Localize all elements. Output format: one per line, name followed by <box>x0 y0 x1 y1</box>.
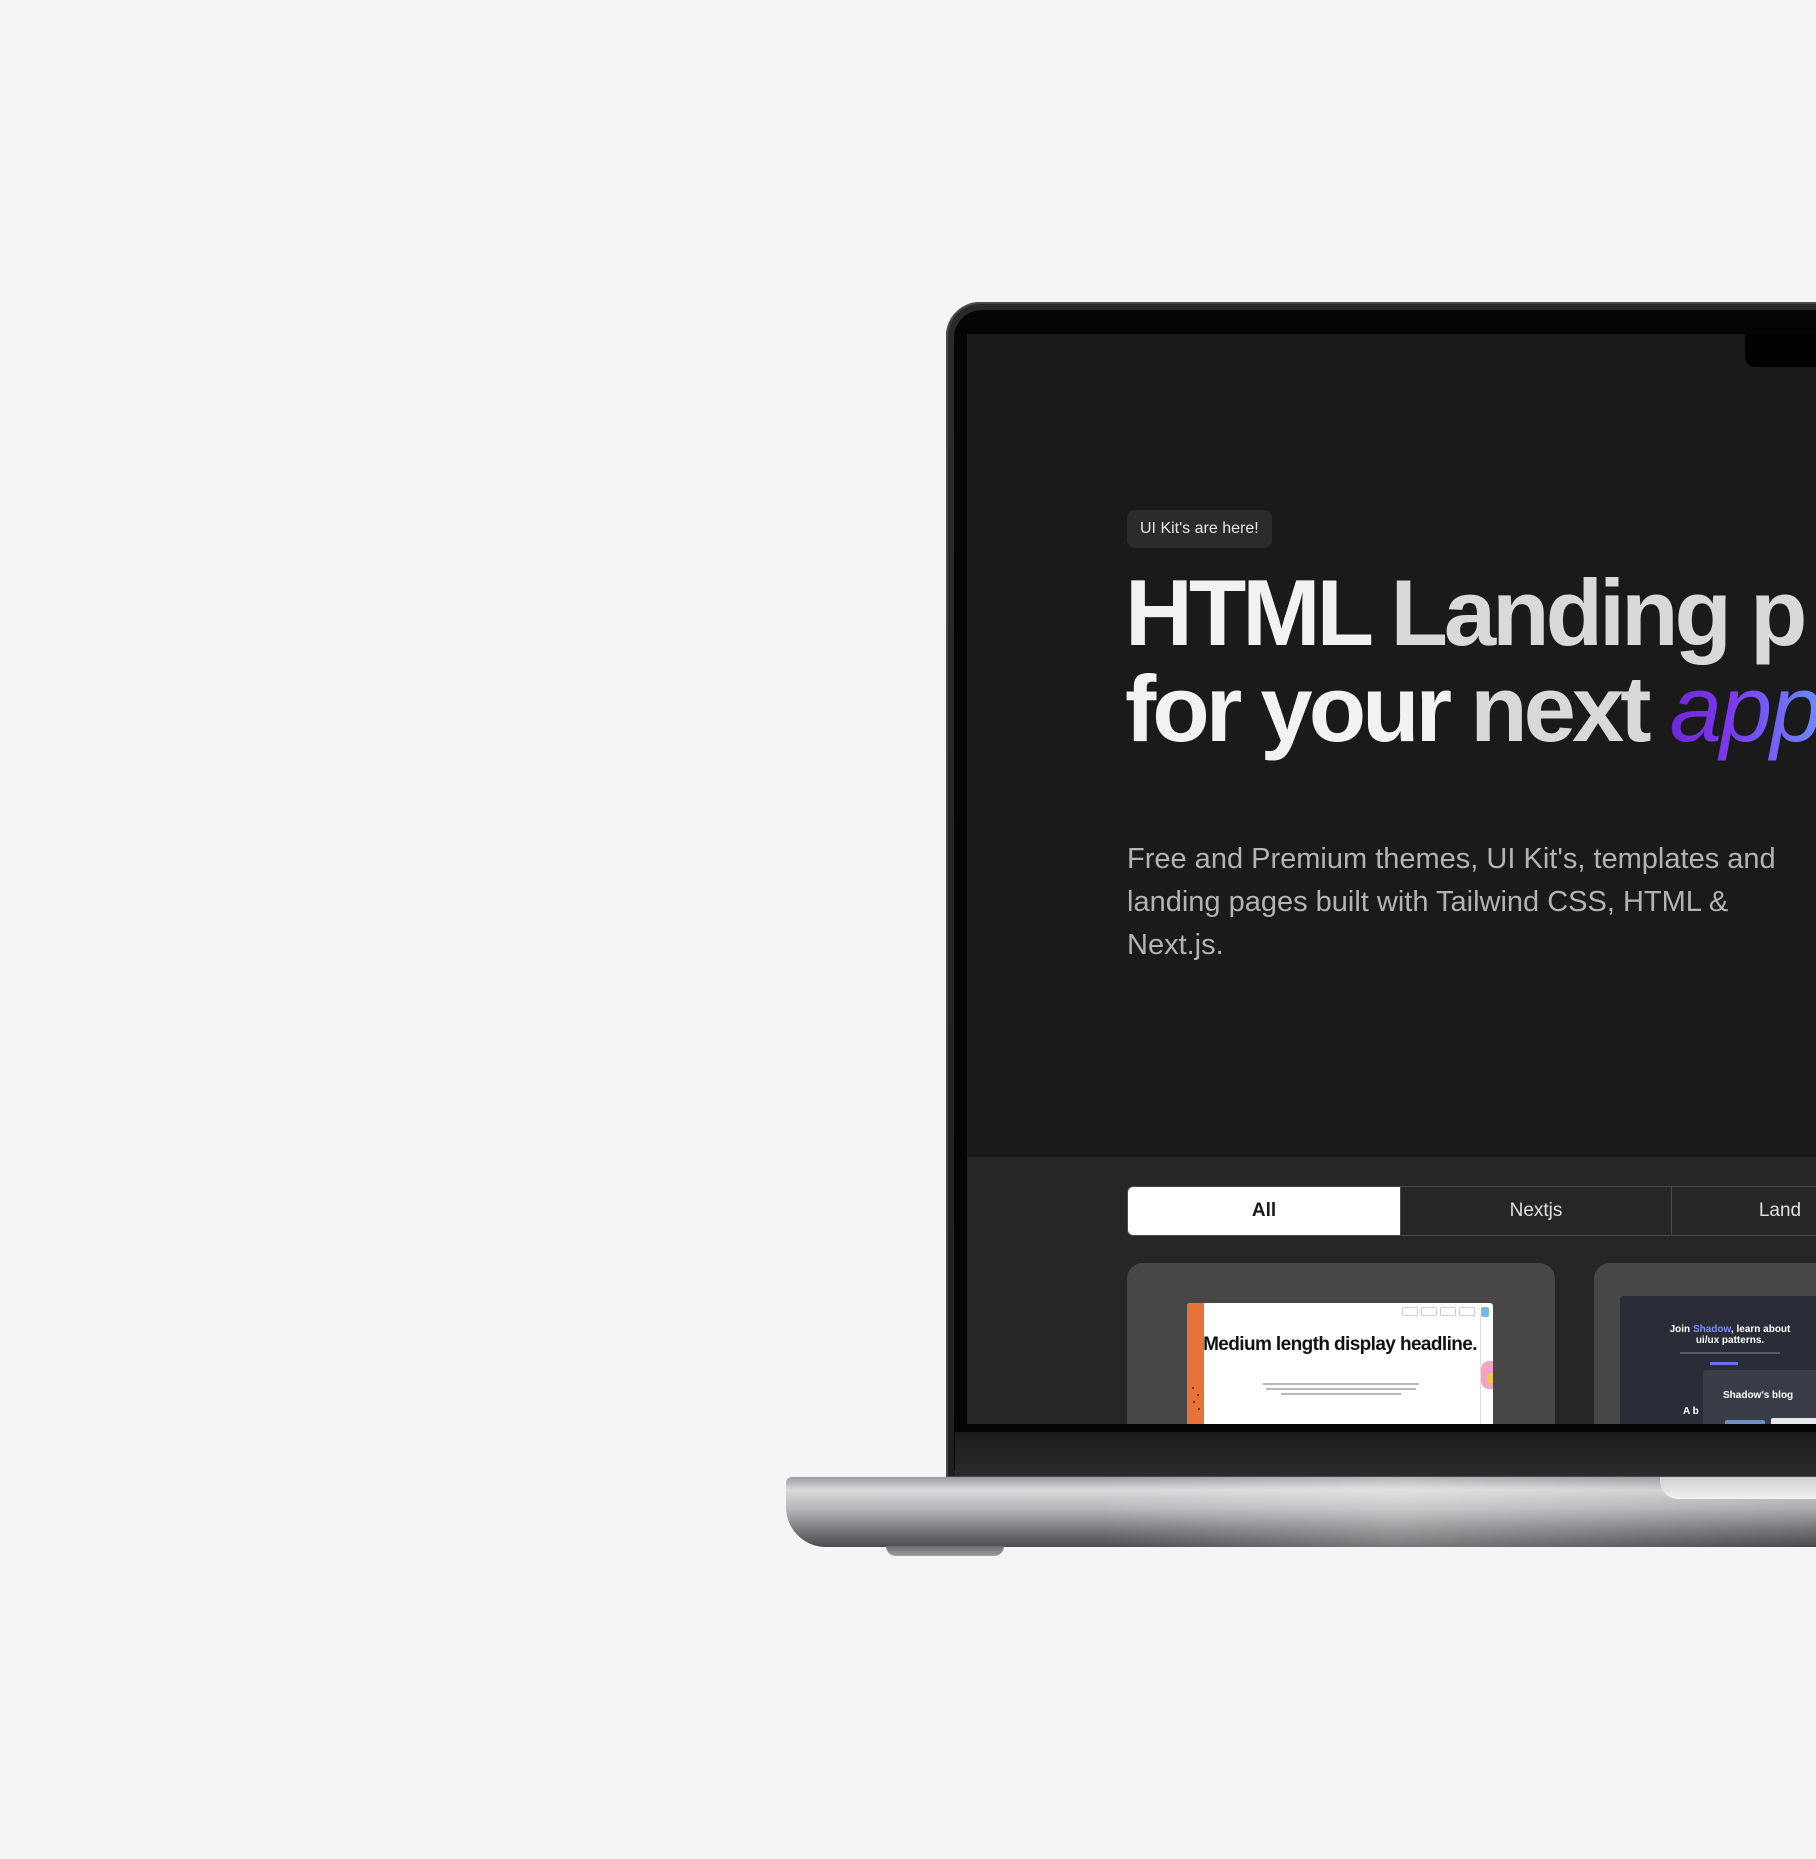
headline-line-1: HTML Landing p <box>1125 566 1816 662</box>
thumbnail-body-line <box>1680 1352 1780 1354</box>
thumbnail-nav <box>1402 1307 1475 1316</box>
hero-subtitle: Free and Premium themes, UI Kit's, templ… <box>1127 843 1776 961</box>
headline-word-landing: Landing p <box>1390 560 1807 665</box>
headline-word-next: next <box>1470 656 1651 761</box>
headline-word-for-your: for your <box>1125 656 1452 761</box>
thumbnail-decor-blob-small <box>1487 1373 1493 1383</box>
thumbnail-headline: Medium length display headline. <box>1203 1334 1477 1355</box>
laptop-base-opening <box>1660 1477 1816 1499</box>
thumbnail-decor-shape <box>1481 1307 1489 1317</box>
thumbnail-decor-dots <box>1189 1385 1203 1415</box>
thumbnail-body-lines <box>1263 1383 1419 1398</box>
laptop-hinge <box>955 1432 1816 1476</box>
template-thumbnail: Medium length display headline. <box>1187 1303 1493 1424</box>
laptop-screen: UI Kit's are here! HTML Landing p for yo… <box>967 334 1816 1424</box>
thumbnail-headline-part: Join <box>1669 1324 1691 1335</box>
thumbnail-panel: Shadow's blog <box>1703 1370 1816 1424</box>
template-thumbnail: Join Shadow, learn about ui/ux patterns.… <box>1620 1296 1816 1424</box>
headline-word-html: HTML <box>1125 560 1372 665</box>
thumbnail-panel-title: Shadow's blog <box>1723 1390 1794 1401</box>
camera-notch <box>1745 334 1816 367</box>
template-card[interactable]: Medium length display headline. <box>1127 1263 1555 1424</box>
tab-landing[interactable]: Land <box>1672 1187 1816 1235</box>
laptop-foot <box>886 1546 1004 1556</box>
thumbnail-headline: Join Shadow, learn about ui/ux patterns. <box>1660 1324 1800 1346</box>
thumbnail-panel-image <box>1771 1418 1816 1424</box>
template-card[interactable]: Join Shadow, learn about ui/ux patterns.… <box>1594 1263 1816 1424</box>
page-background: UI Kit's are here! HTML Landing p for yo… <box>0 0 1816 1859</box>
category-tabs: All Nextjs Land <box>1127 1186 1816 1236</box>
template-catalog: All Nextjs Land Medium length display he… <box>967 1157 1816 1424</box>
hero-headline: HTML Landing p for your next app <box>1125 566 1816 758</box>
thumbnail-subheading: A b <box>1683 1406 1699 1417</box>
thumbnail-panel-image <box>1725 1420 1765 1424</box>
thumbnail-headline-highlight: Shadow <box>1692 1324 1731 1335</box>
hero-section: UI Kit's are here! HTML Landing p for yo… <box>967 334 1816 1157</box>
tab-nextjs[interactable]: Nextjs <box>1401 1187 1672 1235</box>
thumbnail-accent-bar <box>1710 1362 1738 1365</box>
headline-line-2: for your next app <box>1125 662 1816 758</box>
tab-all[interactable]: All <box>1128 1187 1401 1235</box>
headline-accent-word: app <box>1670 656 1816 761</box>
announcement-badge[interactable]: UI Kit's are here! <box>1127 510 1272 548</box>
